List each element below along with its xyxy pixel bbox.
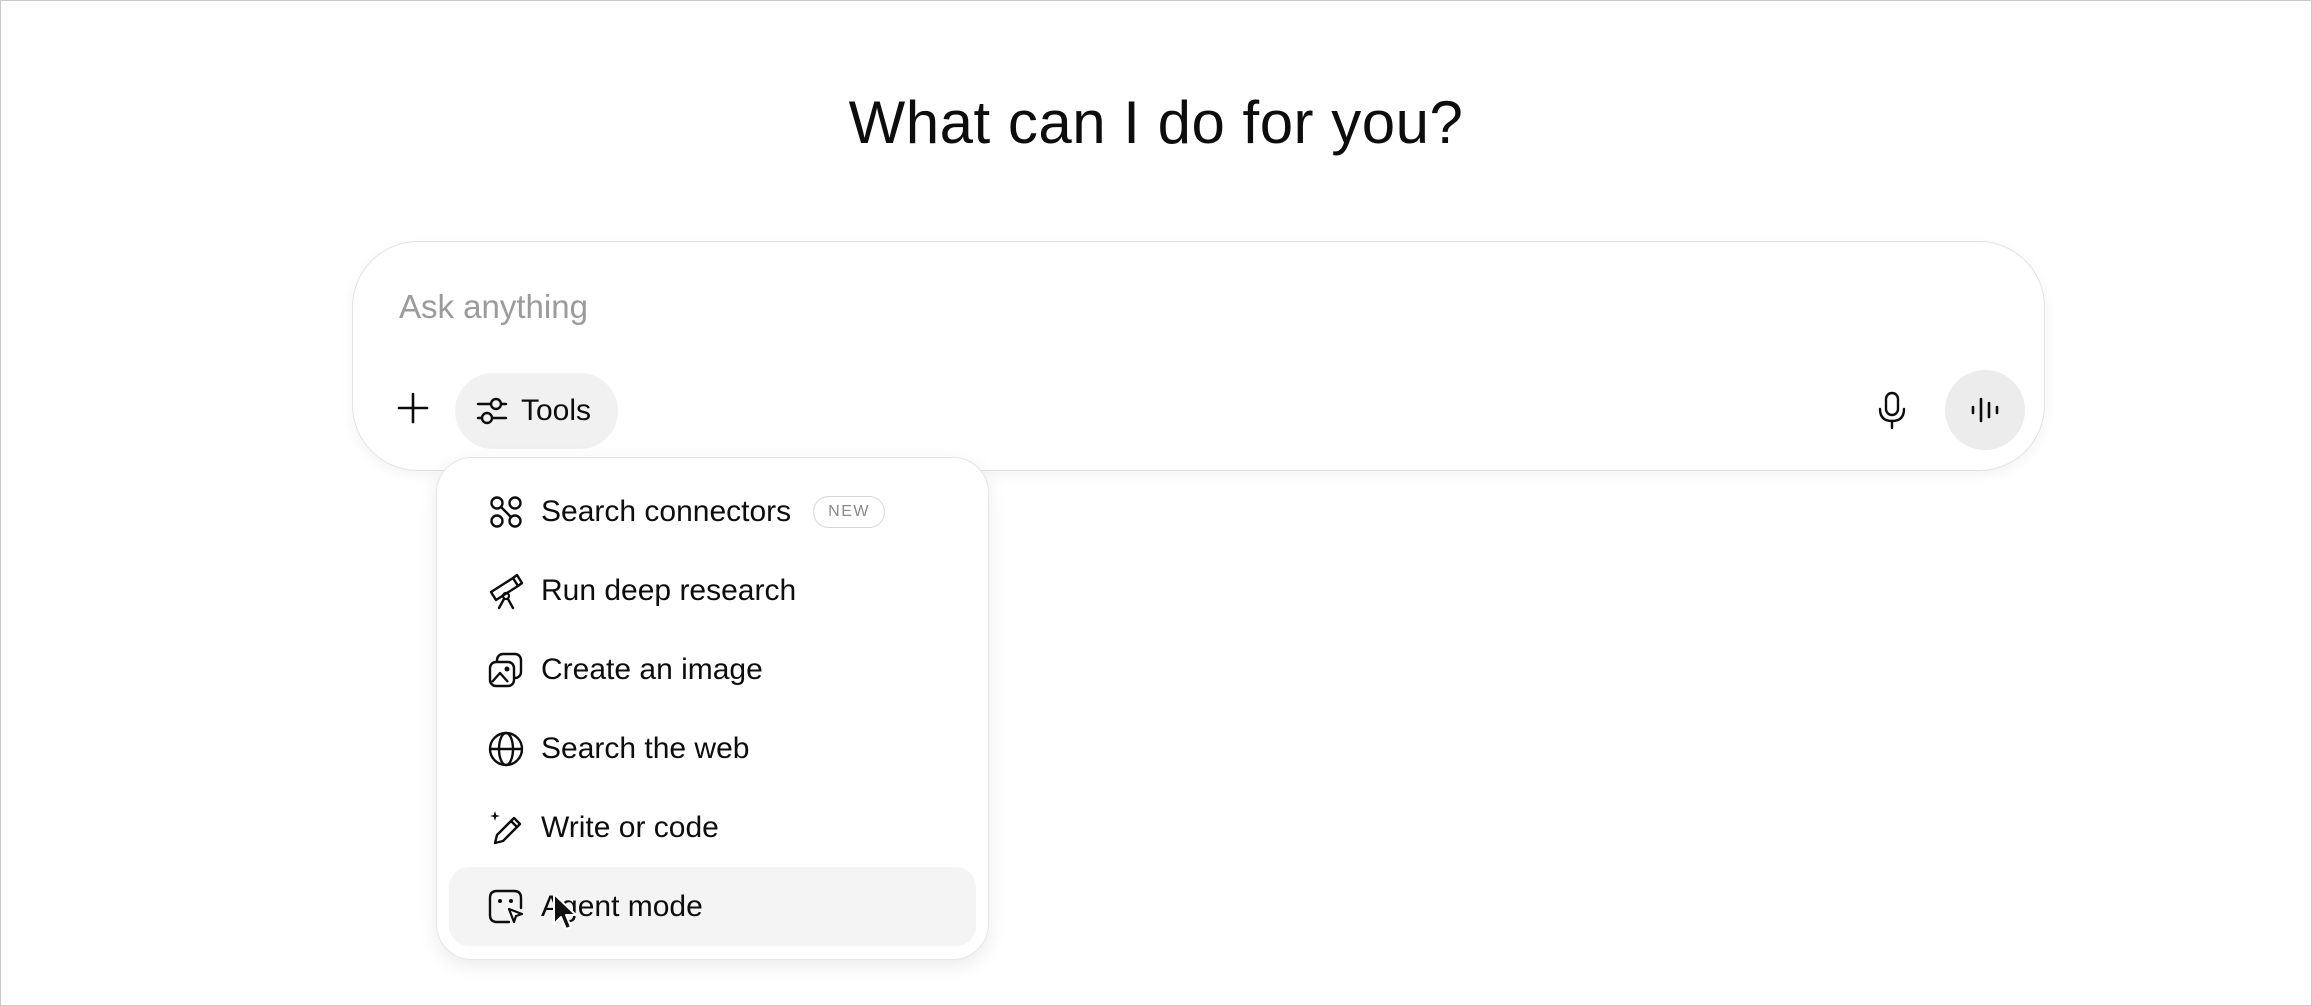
sliders-icon <box>476 397 508 425</box>
pencil-sparkle-icon <box>486 808 526 848</box>
composer: Tools <box>352 241 2045 471</box>
new-badge: NEW <box>813 495 885 528</box>
agent-cursor-icon <box>486 887 526 927</box>
image-icon <box>486 650 526 690</box>
tools-button[interactable]: Tools <box>455 373 618 449</box>
menu-item-search-connectors[interactable]: Search connectors NEW <box>449 472 976 551</box>
tools-button-label: Tools <box>521 394 592 427</box>
menu-item-label: Run deep research <box>541 573 797 607</box>
tools-menu: Search connectors NEW Run deep research … <box>436 457 989 960</box>
menu-item-label: Create an image <box>541 652 763 686</box>
page-title: What can I do for you? <box>848 89 1464 156</box>
menu-item-write-code[interactable]: Write or code <box>449 788 976 867</box>
telescope-icon <box>486 571 526 611</box>
plus-icon <box>397 392 429 424</box>
menu-item-create-image[interactable]: Create an image <box>449 630 976 709</box>
dictate-button[interactable] <box>1861 379 1923 441</box>
menu-item-label: Search connectors <box>541 494 792 528</box>
connectors-icon <box>486 492 526 532</box>
mouse-pointer-icon <box>553 893 577 930</box>
microphone-icon <box>1878 391 1906 430</box>
menu-item-deep-research[interactable]: Run deep research <box>449 551 976 630</box>
prompt-input[interactable] <box>399 282 1899 332</box>
menu-item-label: Search the web <box>541 731 750 765</box>
menu-item-search-web[interactable]: Search the web <box>449 709 976 788</box>
voice-waveform-icon <box>1971 397 1999 423</box>
voice-mode-button[interactable] <box>1945 370 2025 450</box>
menu-item-label: Write or code <box>541 810 719 844</box>
menu-item-agent-mode[interactable]: Agent mode <box>449 867 976 946</box>
globe-icon <box>486 729 526 769</box>
add-attachment-button[interactable] <box>383 378 443 438</box>
